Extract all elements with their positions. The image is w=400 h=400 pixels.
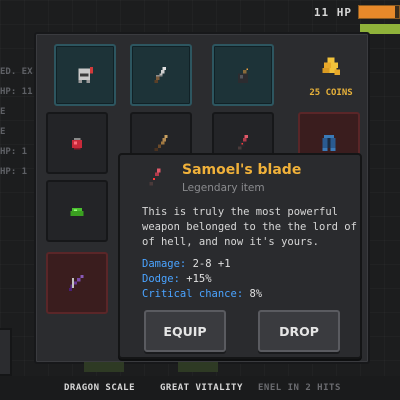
dagger-icon — [154, 66, 166, 84]
stat-damage: Damage: 2-8 +1 — [142, 257, 358, 272]
coins-icon — [322, 57, 340, 75]
stat-critical-chance: Critical chance: 8% — [142, 287, 358, 302]
perk-swatch — [84, 362, 124, 372]
bomb-icon — [238, 68, 248, 84]
inventory-slot-dagger[interactable] — [130, 44, 192, 106]
inventory-slot-bow[interactable] — [46, 252, 108, 314]
item-rarity: Legendary item — [182, 182, 265, 194]
item-popup: Samoel's blade Legendary item This is tr… — [118, 153, 362, 359]
stat-dodge: Dodge: +15% — [142, 272, 358, 287]
stat-value: +15% — [186, 273, 212, 285]
slime-icon — [70, 207, 84, 216]
helmet-icon — [78, 66, 94, 84]
hp-fill — [359, 6, 395, 18]
coins-display: 25 COINS — [298, 52, 364, 98]
hp-track — [358, 5, 400, 19]
drop-button[interactable]: DROP — [258, 310, 340, 352]
item-name: Samoel's blade — [182, 162, 302, 178]
inventory-slot-potion[interactable] — [46, 112, 108, 174]
hp-bar: 11 HP — [314, 2, 400, 22]
inventory-slot-slime[interactable] — [46, 180, 108, 242]
hp-label: 11 HP — [313, 5, 352, 19]
left-edge-panel — [0, 328, 12, 376]
perk-great-vitality[interactable]: GREAT VITALITY — [160, 383, 243, 393]
item-description: This is truly the most powerful weapon b… — [142, 206, 357, 248]
stat-value: 8% — [249, 288, 263, 300]
perk-swatch — [178, 362, 218, 372]
stat-label: Damage: — [142, 258, 187, 270]
item-stats: Damage: 2-8 +1 Dodge: +15% Critical chan… — [142, 257, 358, 302]
stat-label: Critical chance: — [142, 288, 244, 300]
perk-enel-in-2-hits[interactable]: ENEL IN 2 HITS — [258, 383, 341, 393]
potion-icon — [72, 138, 82, 150]
inventory-slot-helmet[interactable] — [54, 44, 116, 106]
bow-icon — [68, 274, 84, 292]
stat-label: Dodge: — [142, 273, 180, 285]
coins-label: 25 COINS — [309, 88, 353, 98]
stat-value: 2-8 +1 — [192, 258, 231, 270]
inventory-slot-bomb[interactable] — [212, 44, 274, 106]
equip-button[interactable]: EQUIP — [144, 310, 226, 352]
blade-icon — [149, 168, 161, 186]
perk-dragon-scale[interactable]: DRAGON SCALE — [64, 383, 135, 393]
